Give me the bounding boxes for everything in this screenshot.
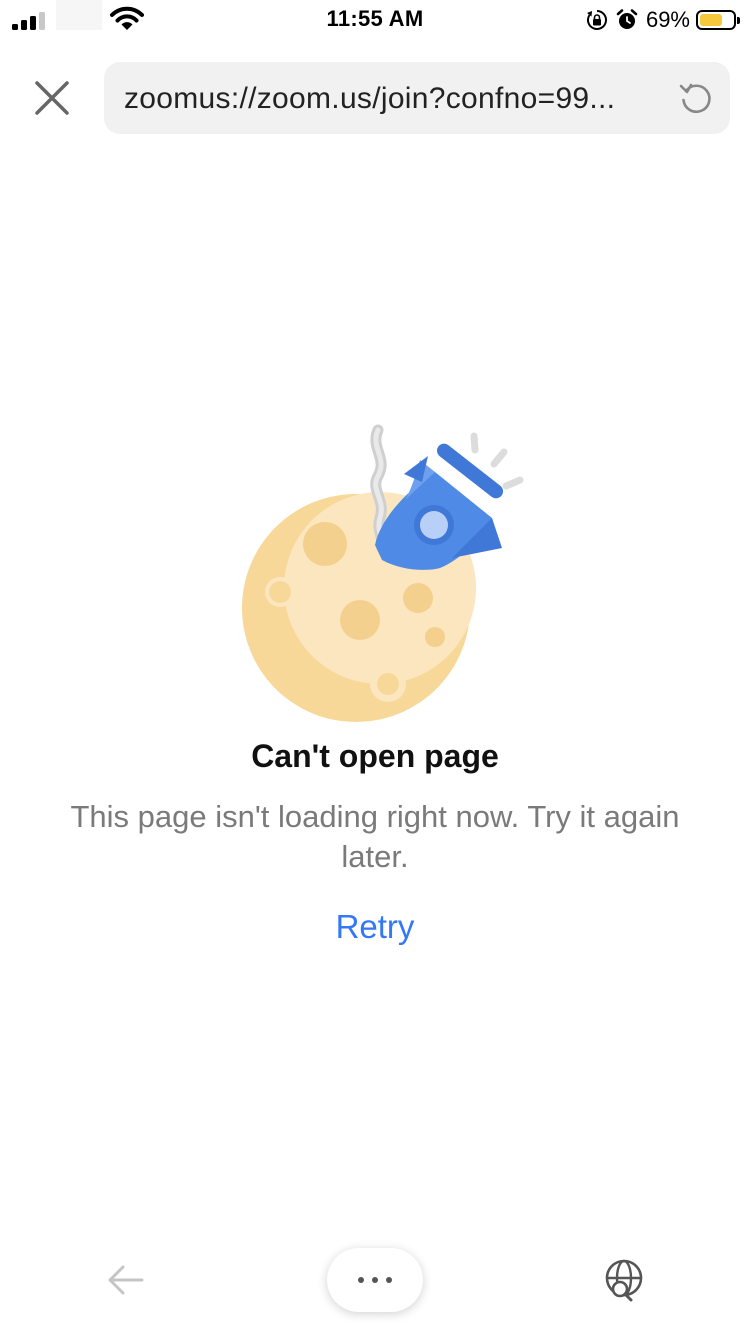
more-options-button[interactable] xyxy=(327,1248,423,1312)
orientation-lock-icon xyxy=(586,10,607,30)
error-message: This page isn't loading right now. Try i… xyxy=(70,799,680,874)
reload-icon[interactable] xyxy=(678,80,714,116)
more-options-icon xyxy=(358,1277,364,1283)
battery-percent: 69% xyxy=(645,7,690,32)
url-text[interactable]: zoomus://zoom.us/join?confno=99... xyxy=(124,82,654,116)
status-icons: 69% xyxy=(586,5,740,35)
status-bar: 11:55 AM 69% xyxy=(0,0,750,40)
battery-fill xyxy=(700,14,723,26)
error-title: Can't open page xyxy=(251,738,499,774)
alarm-icon xyxy=(616,9,638,29)
close-icon[interactable] xyxy=(28,74,76,122)
back-arrow-icon[interactable] xyxy=(106,1262,146,1298)
address-bar[interactable]: zoomus://zoom.us/join?confno=99... xyxy=(104,62,730,134)
crashed-rocket-on-moon-illustration xyxy=(242,424,524,722)
retry-button[interactable]: Retry xyxy=(0,908,750,946)
globe-search-icon[interactable] xyxy=(602,1258,648,1302)
battery-icon xyxy=(696,10,740,30)
